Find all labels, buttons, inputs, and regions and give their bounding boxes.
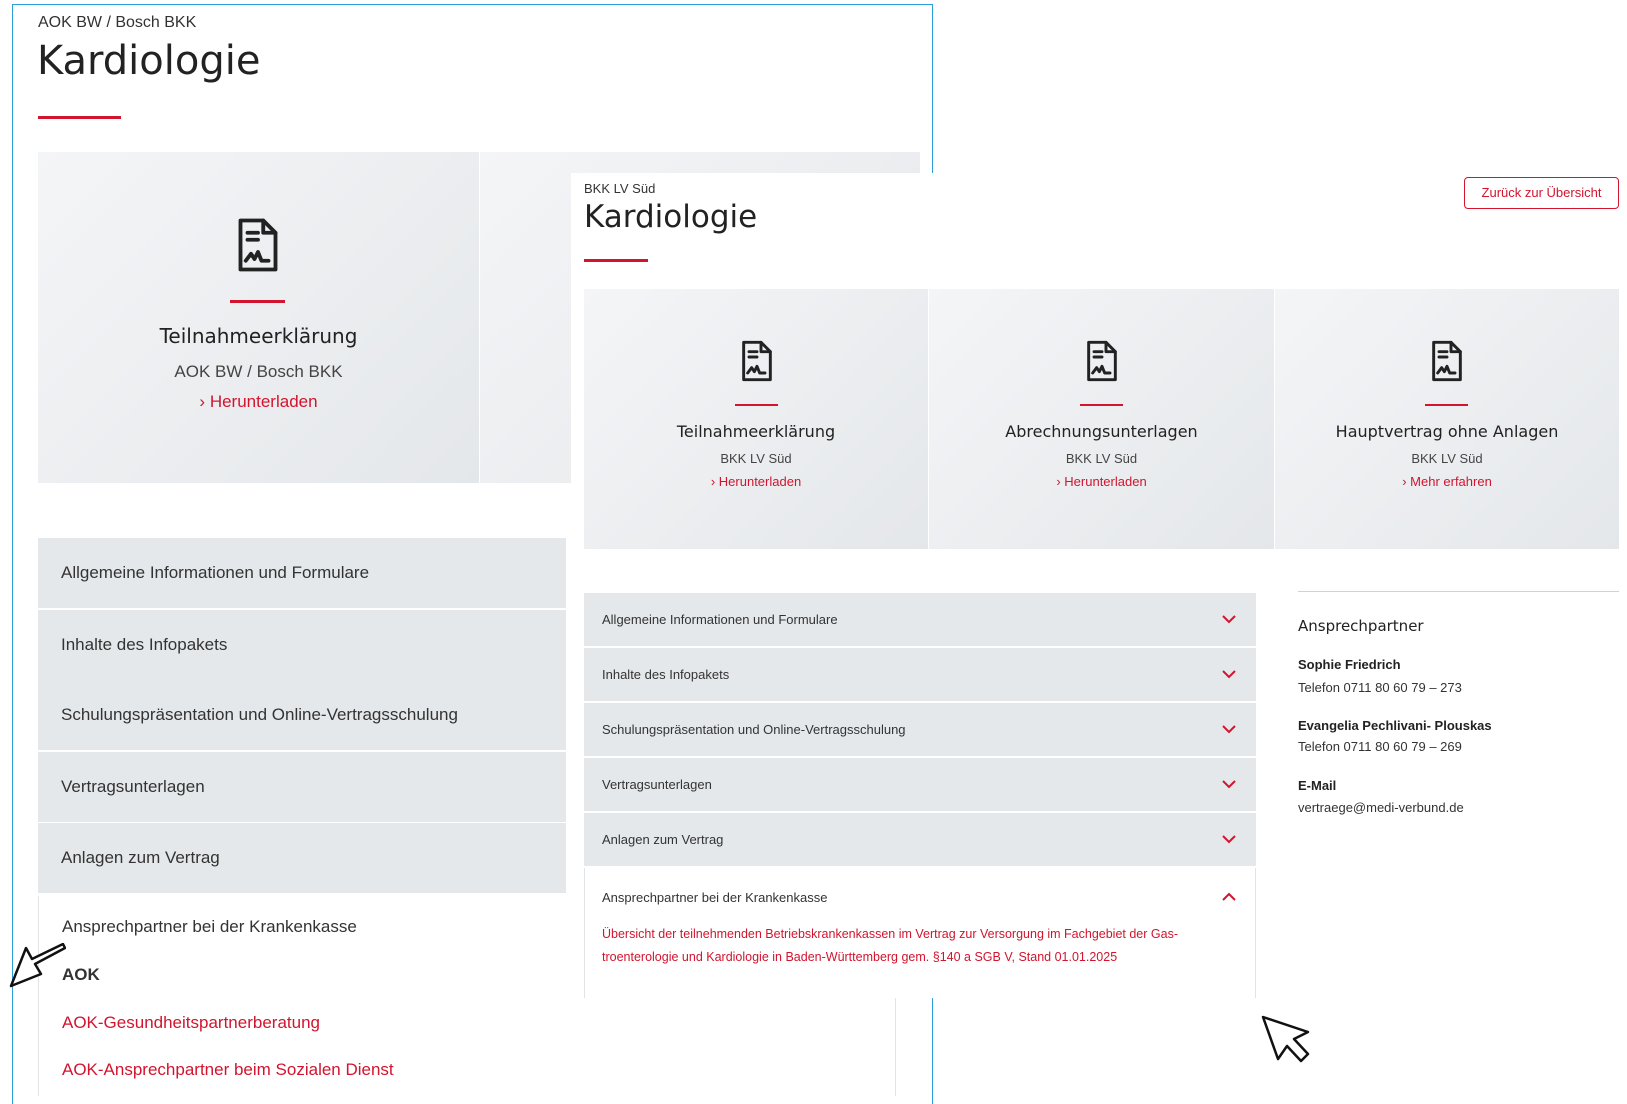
front-overview-link-line1[interactable]: Übersicht der teilnehmenden Betriebskran… [602, 927, 1178, 941]
front-tile-hauptvertrag[interactable]: Hauptvertrag ohne Anlagen BKK LV Süd › M… [1275, 289, 1619, 549]
front-tile-more-link[interactable]: › Mehr erfahren [1275, 474, 1619, 489]
front-page-title: Kardiologie [584, 199, 758, 235]
arrow-cursor-icon [1261, 1015, 1310, 1063]
document-signature-icon [742, 340, 772, 382]
back-accordion-item[interactable]: Inhalte des Infopakets [38, 610, 566, 680]
front-accordion-label: Vertragsunterlagen [602, 777, 712, 792]
back-accordion-label: Schulungspräsentation und Online-Vertrag… [61, 705, 458, 724]
contact-person-phone[interactable]: Telefon 0711 80 60 79 – 273 [1298, 680, 1462, 695]
contact-person-phone[interactable]: Telefon 0711 80 60 79 – 269 [1298, 739, 1462, 754]
back-accordion-label: Allgemeine Informationen und Formulare [61, 563, 370, 582]
back-aok-heading: AOK [62, 965, 100, 984]
back-tile-download-link[interactable]: › Herunterladen [38, 392, 479, 412]
front-tile-title: Hauptvertrag ohne Anlagen [1335, 422, 1559, 441]
chevron-down-icon[interactable] [1222, 779, 1236, 789]
chevron-right-icon: › [710, 474, 716, 489]
front-kasse-label: BKK LV Süd [584, 181, 656, 196]
back-accordion-item[interactable]: Vertragsunterlagen [38, 752, 566, 822]
front-overview-link-line2[interactable]: troenterologie und Kardiologie in Baden-… [602, 950, 1117, 964]
front-tile-subtitle: BKK LV Süd [1065, 451, 1138, 466]
front-accordion-label: Schulungspräsentation und Online-Vertrag… [602, 722, 906, 737]
back-page-title: Kardiologie [37, 38, 261, 84]
chevron-down-icon[interactable] [1222, 724, 1236, 734]
front-tile-abrechnung[interactable]: Abrechnungsunterlagen BKK LV Süd › Herun… [929, 289, 1274, 549]
front-tile-link-label: Herunterladen [718, 474, 802, 489]
chevron-down-icon[interactable] [1222, 614, 1236, 624]
back-accordion-label: Inhalte des Infopakets [61, 635, 228, 654]
back-to-overview-button[interactable]: Zurück zur Übersicht [1464, 177, 1619, 209]
chevron-right-icon: › [1402, 474, 1407, 489]
back-tile-subtitle: AOK BW / Bosch BKK [174, 362, 343, 381]
front-tile-download-link[interactable]: › Herunterladen [929, 474, 1274, 489]
front-title-underline [584, 259, 648, 262]
back-accordion-label: Vertragsunterlagen [61, 777, 205, 796]
front-tile-divider [1080, 404, 1123, 406]
chevron-down-icon[interactable] [1222, 834, 1236, 844]
back-tile-title: Teilnahmeerklärung [159, 324, 358, 348]
front-accordion-label: Inhalte des Infopakets [602, 667, 730, 682]
front-tile-link-label: Mehr erfahren [1410, 474, 1492, 489]
chevron-down-icon[interactable] [1222, 669, 1236, 679]
contact-divider [1298, 591, 1619, 592]
contact-email[interactable]: vertraege@medi-verbund.de [1298, 800, 1464, 815]
document-signature-icon [1087, 340, 1117, 382]
front-accordion-item[interactable]: Inhalte des Infopakets [584, 648, 1256, 701]
back-aok-link[interactable]: AOK-Gesundheitspartnerberatung [62, 1013, 320, 1033]
front-accordion-label: Anlagen zum Vertrag [602, 832, 724, 847]
back-tile-link-label: Herunterladen [209, 392, 318, 411]
chevron-up-icon[interactable] [1222, 892, 1236, 901]
front-accordion-item[interactable]: Allgemeine Informationen und Formulare [584, 593, 1256, 646]
contact-person-name: Evangelia Pechlivani- Plouskas [1298, 718, 1492, 733]
chevron-right-icon: › [199, 392, 206, 411]
front-tile-divider [735, 404, 778, 406]
back-accordion-item[interactable]: Allgemeine Informationen und Formulare [38, 538, 566, 608]
contact-person-name: Sophie Friedrich [1298, 657, 1401, 672]
back-kasse-label: AOK BW / Bosch BKK [38, 14, 197, 31]
back-title-underline [38, 116, 121, 119]
back-accordion-label: Anlagen zum Vertrag [61, 848, 220, 867]
back-accordion-item[interactable]: Anlagen zum Vertrag [38, 823, 566, 893]
front-tile-subtitle: BKK LV Süd [1411, 451, 1483, 466]
front-accordion-label: Allgemeine Informationen und Formulare [602, 612, 838, 627]
back-tile-divider [230, 300, 285, 303]
front-tile-subtitle: BKK LV Süd [720, 451, 792, 466]
back-open-title[interactable]: Ansprechpartner bei der Krankenkasse [62, 917, 357, 937]
contact-heading: Ansprechpartner [1298, 617, 1424, 635]
document-signature-icon [238, 218, 278, 272]
front-screenshot: BKK LV Süd Kardiologie Zurück zur Übersi… [571, 173, 1627, 998]
front-tile-download-link[interactable]: › Herunterladen [584, 474, 928, 489]
chevron-right-icon: › [1056, 474, 1061, 489]
front-tile-title: Teilnahmeerklärung [676, 422, 836, 441]
front-tile-link-label: Herunterladen [1064, 474, 1147, 489]
front-accordion-item[interactable]: Schulungspräsentation und Online-Vertrag… [584, 703, 1256, 756]
front-accordion-item[interactable]: Anlagen zum Vertrag [584, 813, 1256, 866]
document-signature-icon [1432, 340, 1462, 382]
front-open-panel: Ansprechpartner bei der Krankenkasse Übe… [584, 868, 1256, 998]
back-tile-teilnahme[interactable]: Teilnahmeerklärung AOK BW / Bosch BKK › … [38, 152, 479, 483]
front-accordion-item[interactable]: Vertragsunterlagen [584, 758, 1256, 811]
back-aok-link[interactable]: AOK-Ansprechpartner beim Sozialen Dienst [62, 1060, 394, 1080]
front-open-title[interactable]: Ansprechpartner bei der Krankenkasse [602, 890, 827, 905]
front-tile-teilnahme[interactable]: Teilnahmeerklärung BKK LV Süd › Herunter… [584, 289, 928, 549]
contact-email-label: E-Mail [1298, 778, 1337, 793]
front-tile-divider [1425, 404, 1468, 406]
front-tile-title: Abrechnungsunterlagen [1005, 422, 1198, 441]
arrow-cursor-icon [9, 943, 66, 988]
back-accordion-item[interactable]: Schulungspräsentation und Online-Vertrag… [38, 680, 566, 750]
